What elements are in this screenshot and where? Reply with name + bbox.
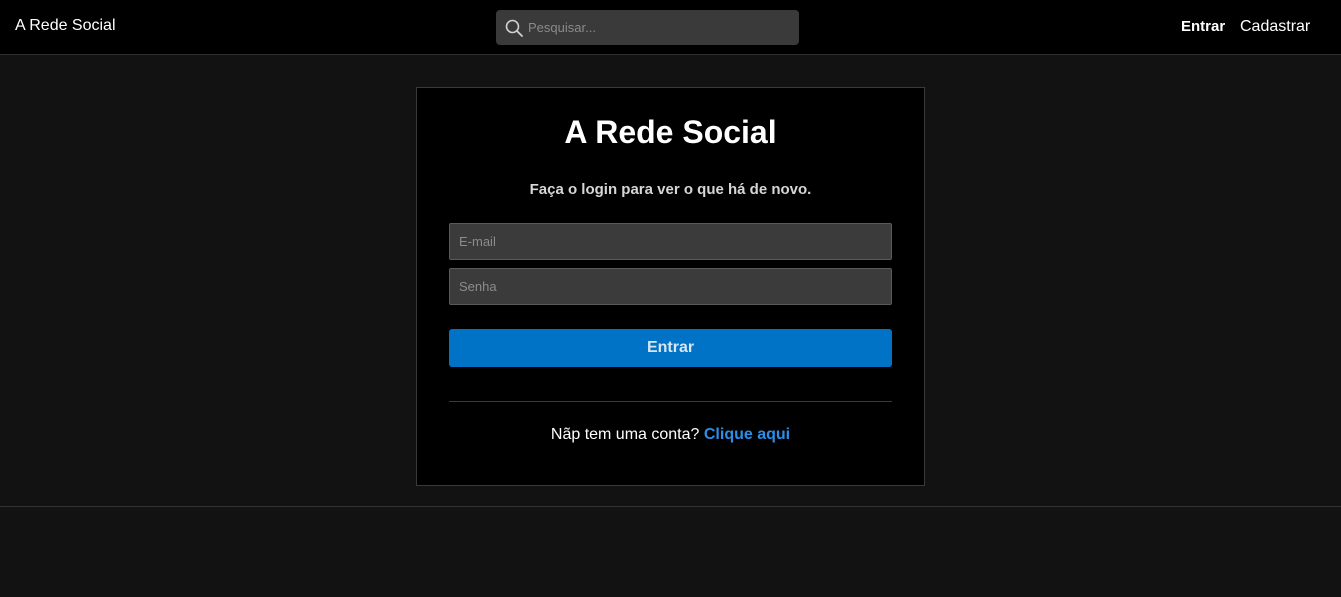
nav-login-link[interactable]: Entrar — [1181, 18, 1225, 35]
email-field[interactable] — [449, 223, 892, 260]
search-input[interactable] — [528, 10, 793, 45]
divider — [449, 401, 892, 402]
signup-link[interactable]: Clique aqui — [704, 426, 790, 443]
brand-link[interactable]: A Rede Social — [15, 17, 116, 35]
login-subtitle: Faça o login para ver o que há de novo. — [529, 181, 812, 198]
login-card: A Rede Social Faça o login para ver o qu… — [416, 87, 925, 486]
signup-prompt-text: Nãp tem uma conta? — [550, 426, 700, 443]
password-field[interactable] — [449, 268, 892, 305]
nav-signup-link[interactable]: Cadastrar — [1240, 18, 1310, 36]
signup-prompt-line: Nãp tem uma conta? Clique aqui — [417, 426, 924, 444]
login-button[interactable]: Entrar — [449, 329, 892, 367]
main-area: A Rede Social Faça o login para ver o qu… — [0, 56, 1341, 507]
search-box[interactable] — [496, 10, 799, 45]
top-navbar: A Rede Social Entrar Cadastrar — [0, 0, 1341, 55]
search-icon — [505, 19, 523, 37]
login-title: A Rede Social — [564, 114, 777, 150]
